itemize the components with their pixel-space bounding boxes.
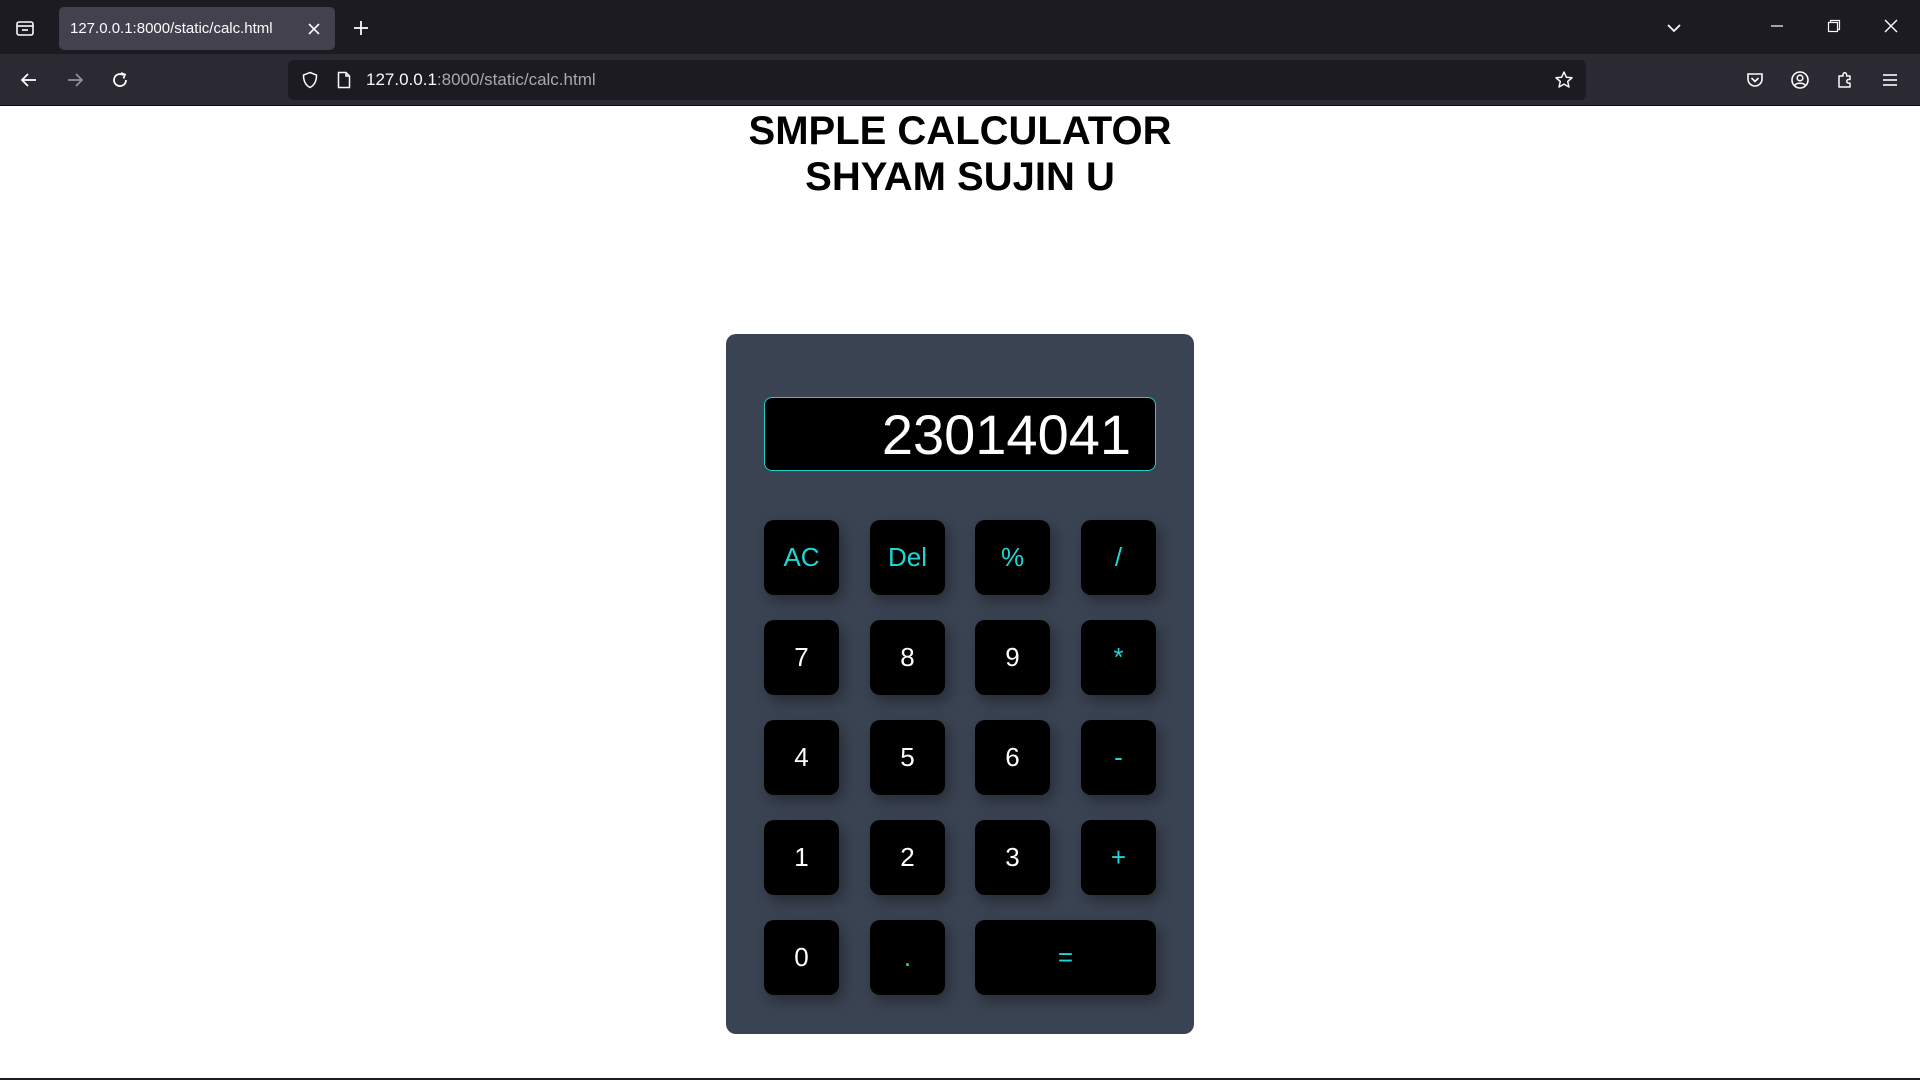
window-restore-icon[interactable] (1807, 4, 1861, 48)
digit-4-button[interactable]: 4 (764, 720, 839, 795)
digit-6-button[interactable]: 6 (975, 720, 1050, 795)
page-title: SMPLE CALCULATOR SHYAM SUJIN U (0, 108, 1920, 200)
bookmark-star-icon[interactable] (1550, 66, 1578, 94)
reload-icon[interactable] (102, 62, 138, 98)
url-text[interactable]: 127.0.0.1:8000/static/calc.html (366, 60, 596, 100)
extensions-puzzle-icon[interactable] (1827, 62, 1863, 98)
browser-nav-bar: 127.0.0.1:8000/static/calc.html (0, 54, 1920, 106)
account-avatar-icon[interactable] (1782, 62, 1818, 98)
address-bar[interactable]: 127.0.0.1:8000/static/calc.html (288, 60, 1586, 100)
calculator-display[interactable] (764, 397, 1156, 471)
page-info-icon[interactable] (330, 66, 358, 94)
divide-button[interactable]: / (1081, 520, 1156, 595)
digit-1-button[interactable]: 1 (764, 820, 839, 895)
digit-5-button[interactable]: 5 (870, 720, 945, 795)
digit-8-button[interactable]: 8 (870, 620, 945, 695)
list-all-tabs-chevron-down-icon[interactable] (1657, 11, 1691, 45)
back-arrow-icon[interactable] (11, 62, 47, 98)
new-tab-plus-icon[interactable] (344, 11, 378, 45)
equals-button[interactable]: = (975, 920, 1156, 995)
percent-button[interactable]: % (975, 520, 1050, 595)
window-close-icon[interactable] (1864, 4, 1918, 48)
pocket-icon[interactable] (1737, 62, 1773, 98)
digit-7-button[interactable]: 7 (764, 620, 839, 695)
all-clear-button[interactable]: AC (764, 520, 839, 595)
page-title-line-1: SMPLE CALCULATOR (748, 109, 1172, 153)
web-page-content: SMPLE CALCULATOR SHYAM SUJIN U AC Del % … (0, 106, 1920, 1078)
hamburger-menu-icon[interactable] (1872, 62, 1908, 98)
multiply-button[interactable]: * (1081, 620, 1156, 695)
tracking-protection-shield-icon[interactable] (296, 66, 324, 94)
tab-close-icon[interactable] (299, 14, 329, 44)
page-title-author: SHYAM SUJIN U (805, 155, 1115, 199)
browser-tab-active[interactable]: 127.0.0.1:8000/static/calc.html (59, 7, 335, 50)
tab-title: 127.0.0.1:8000/static/calc.html (70, 20, 273, 37)
digit-0-button[interactable]: 0 (764, 920, 839, 995)
tab-list-icon[interactable] (8, 11, 42, 45)
delete-button[interactable]: Del (870, 520, 945, 595)
digit-2-button[interactable]: 2 (870, 820, 945, 895)
url-path: :8000/static/calc.html (436, 70, 596, 89)
browser-tab-bar: 127.0.0.1:8000/static/calc.html (0, 0, 1920, 54)
digit-3-button[interactable]: 3 (975, 820, 1050, 895)
window-minimize-icon[interactable] (1750, 4, 1804, 48)
forward-arrow-icon[interactable] (57, 62, 93, 98)
add-button[interactable]: + (1081, 820, 1156, 895)
decimal-point-button[interactable]: . (870, 920, 945, 995)
digit-9-button[interactable]: 9 (975, 620, 1050, 695)
calculator-panel: AC Del % / 7 8 9 * 4 5 6 - 1 2 3 + 0 . = (726, 334, 1194, 1034)
url-host: 127.0.0.1 (366, 70, 437, 89)
subtract-button[interactable]: - (1081, 720, 1156, 795)
